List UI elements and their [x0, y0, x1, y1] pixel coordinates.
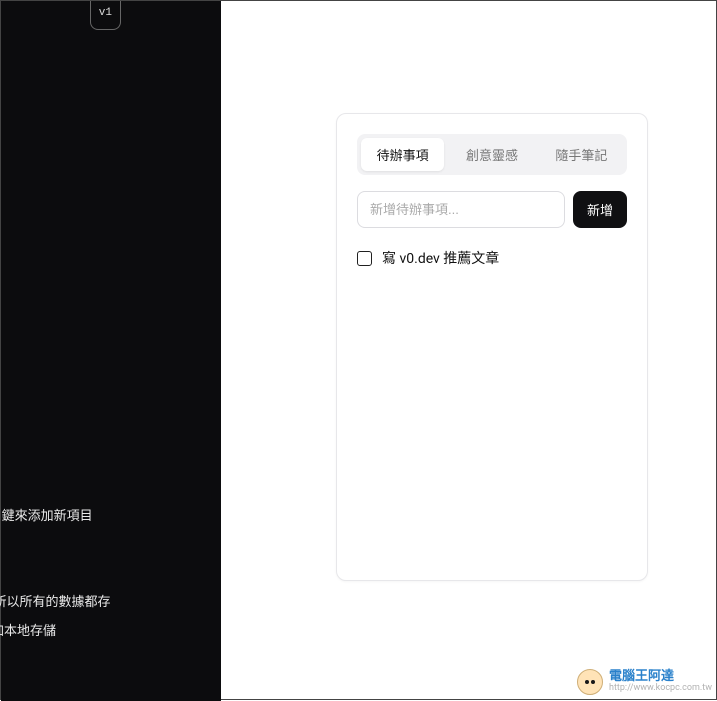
preview-region: 待辦事項 創意靈感 隨手筆記 新增 寫 v0.dev 推薦文章: [221, 1, 716, 699]
help-line: 管理狀態,所以所有的數據都存: [0, 593, 199, 614]
left-panel: v1 或按 Enter 鍵來添加新項目 狀態 動區域中 管理狀態,所以所有的數據…: [1, 1, 221, 701]
help-line: 狀態: [0, 536, 199, 557]
todo-card: 待辦事項 創意靈感 隨手筆記 新增 寫 v0.dev 推薦文章: [336, 113, 648, 581]
todo-label: 寫 v0.dev 推薦文章: [382, 248, 499, 268]
new-todo-input[interactable]: [357, 191, 565, 228]
version-badge: v1: [90, 1, 121, 30]
add-row: 新增: [357, 191, 627, 228]
tabs: 待辦事項 創意靈感 隨手筆記: [357, 134, 627, 175]
left-help-text: 或按 Enter 鍵來添加新項目 狀態 動區域中 管理狀態,所以所有的數據都存 …: [0, 499, 219, 651]
watermark-face-icon: [577, 669, 603, 695]
todo-item: 寫 v0.dev 推薦文章: [357, 248, 627, 268]
help-line: 要考慮添加本地存儲: [0, 622, 199, 643]
tab-todos[interactable]: 待辦事項: [361, 138, 444, 171]
checkbox-icon[interactable]: [357, 251, 372, 266]
watermark-url: http://www.kocpc.com.tw: [609, 684, 712, 694]
watermark-title: 電腦王阿達: [609, 670, 712, 684]
tab-notes[interactable]: 隨手筆記: [540, 138, 623, 171]
help-line: 或按 Enter 鍵來添加新項目: [0, 507, 199, 528]
watermark: 電腦王阿達 http://www.kocpc.com.tw: [577, 669, 712, 695]
help-line: 動區域中: [0, 565, 199, 586]
add-button[interactable]: 新增: [573, 191, 627, 228]
todo-list: 寫 v0.dev 推薦文章: [357, 248, 627, 268]
tab-ideas[interactable]: 創意靈感: [450, 138, 533, 171]
